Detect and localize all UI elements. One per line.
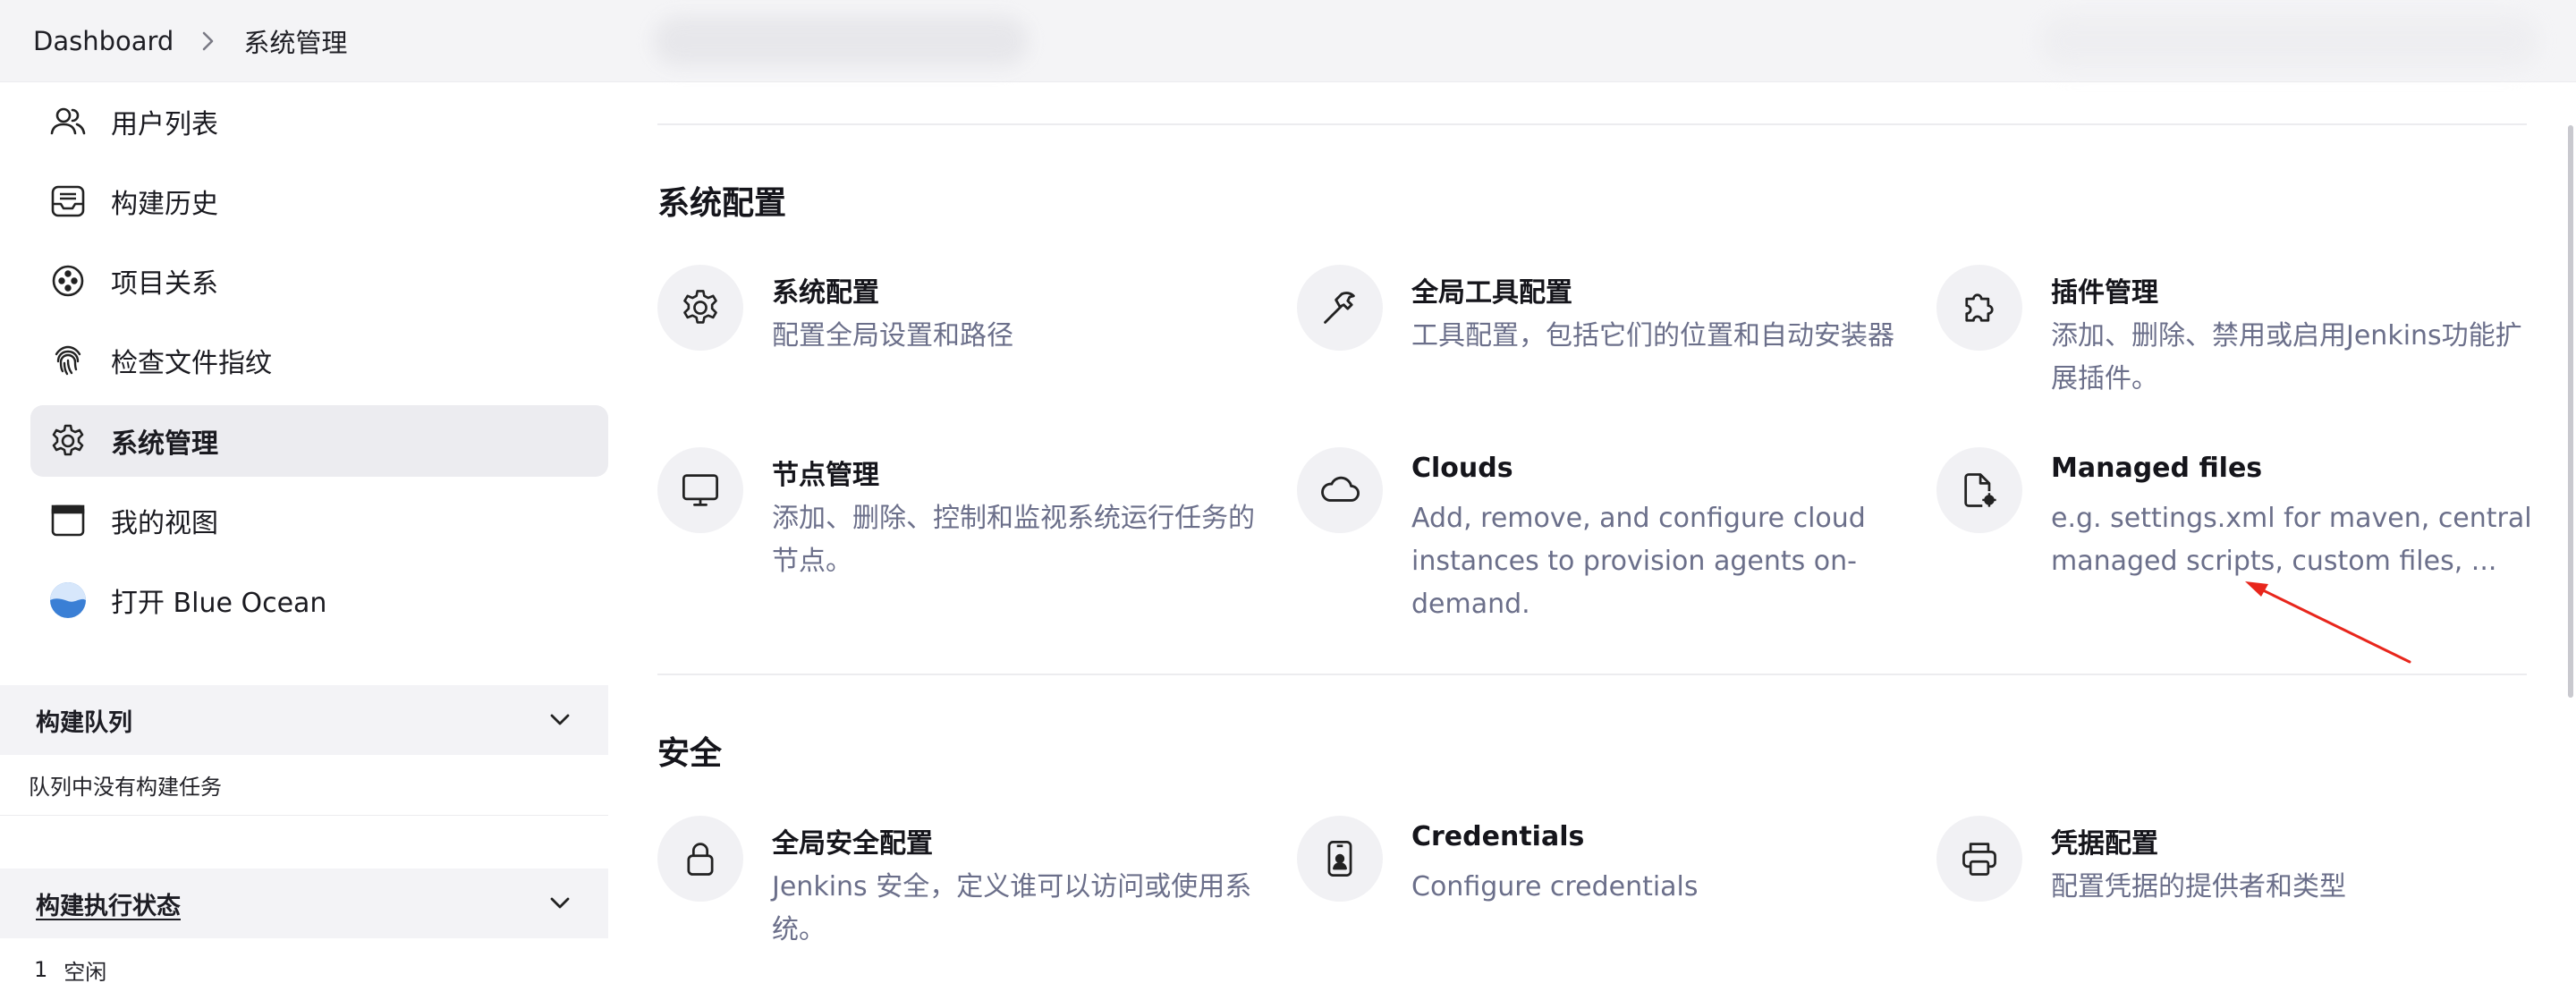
window-icon xyxy=(48,501,88,540)
sidebar-item-users[interactable]: 用户列表 xyxy=(30,86,608,157)
sidebar-item-label: 检查文件指纹 xyxy=(111,348,272,379)
card-description: Jenkins 安全，定义谁可以访问或使用系统。 xyxy=(772,871,1252,945)
card-title[interactable]: 系统配置 xyxy=(772,270,879,309)
build-queue-empty-text: 队列中没有构建任务 xyxy=(29,775,222,800)
breadcrumb-chevron-icon xyxy=(200,30,216,53)
sidebar-item-build-history[interactable]: 构建历史 xyxy=(30,165,608,237)
card-title[interactable]: Credentials xyxy=(1411,821,1584,852)
relationship-icon xyxy=(48,261,88,301)
printer-icon xyxy=(1936,816,2022,902)
card-title[interactable]: Clouds xyxy=(1411,453,1513,484)
card-title[interactable]: 全局安全配置 xyxy=(772,821,933,860)
card-description: 配置凭据的提供者和类型 xyxy=(2051,871,2346,903)
sidebar-item-project-relationship[interactable]: 项目关系 xyxy=(30,245,608,317)
divider xyxy=(657,674,2527,675)
sidebar-item-label: 构建历史 xyxy=(111,189,218,220)
breadcrumb-dashboard-link[interactable]: Dashboard xyxy=(33,26,174,56)
sidebar-item-system-management[interactable]: 系统管理 xyxy=(30,405,608,477)
sidebar-item-label: 打开 Blue Ocean xyxy=(111,588,327,619)
gear-icon xyxy=(48,421,88,461)
puzzle-icon xyxy=(1936,265,2022,351)
build-queue-body: 队列中没有构建任务 xyxy=(0,755,608,816)
executor-index: 1 xyxy=(34,957,48,982)
hammer-icon xyxy=(1297,265,1383,351)
sidebar-item-label: 项目关系 xyxy=(111,268,218,300)
top-bar: Dashboard 系统管理 xyxy=(0,0,2576,82)
card-description: 添加、删除、控制和监视系统运行任务的节点。 xyxy=(772,503,1255,577)
card-description: 添加、删除、禁用或启用Jenkins功能扩展插件。 xyxy=(2051,320,2522,394)
card-description: Configure credentials xyxy=(1411,871,1699,903)
blurred-header-actions xyxy=(2039,14,2540,68)
fingerprint-icon xyxy=(48,341,88,380)
executor-row: 1 空闲 xyxy=(0,939,608,1000)
lock-icon xyxy=(657,816,743,902)
blue-ocean-icon xyxy=(48,581,88,620)
card-description: 工具配置，包括它们的位置和自动安装器 xyxy=(1411,320,1894,352)
scrollbar-thumb[interactable] xyxy=(2568,125,2573,698)
build-queue-title: 构建队列 xyxy=(36,708,132,737)
inbox-icon xyxy=(48,182,88,221)
build-queue-header[interactable]: 构建队列 xyxy=(0,685,608,755)
breadcrumb-current[interactable]: 系统管理 xyxy=(243,22,347,60)
card-title[interactable]: 凭据配置 xyxy=(2051,821,2158,860)
chevron-down-icon[interactable] xyxy=(547,707,572,738)
monitor-icon xyxy=(657,447,743,533)
chevron-down-icon[interactable] xyxy=(547,890,572,921)
blurred-header-region xyxy=(653,16,1029,66)
card-description: e.g. settings.xml for maven, central man… xyxy=(2051,503,2532,577)
card-title[interactable]: Managed files xyxy=(2051,453,2262,484)
section-title-system-config: 系统配置 xyxy=(657,185,787,222)
card-description: Add, remove, and configure cloud instanc… xyxy=(1411,503,1866,620)
section-title-security: 安全 xyxy=(657,735,723,772)
card-description: 配置全局设置和路径 xyxy=(772,320,1013,352)
users-icon xyxy=(48,102,88,141)
executor-status-header[interactable]: 构建执行状态 xyxy=(0,869,608,938)
sidebar-item-label: 用户列表 xyxy=(111,109,218,140)
sidebar-item-label: 系统管理 xyxy=(111,428,218,460)
executor-status-title[interactable]: 构建执行状态 xyxy=(36,886,181,921)
sidebar-item-label: 我的视图 xyxy=(111,508,218,539)
file-gear-icon xyxy=(1936,447,2022,533)
cloud-icon xyxy=(1297,447,1383,533)
card-title[interactable]: 节点管理 xyxy=(772,453,879,492)
id-badge-icon xyxy=(1297,816,1383,902)
sidebar-item-blue-ocean[interactable]: 打开 Blue Ocean xyxy=(30,564,608,636)
breadcrumb: Dashboard 系统管理 xyxy=(33,23,347,59)
card-title[interactable]: 全局工具配置 xyxy=(1411,270,1572,309)
card-title[interactable]: 插件管理 xyxy=(2051,270,2158,309)
sidebar-item-fingerprint[interactable]: 检查文件指纹 xyxy=(30,325,608,396)
divider xyxy=(657,123,2527,125)
gear-icon xyxy=(657,265,743,351)
executor-status: 空闲 xyxy=(64,959,107,985)
sidebar-item-my-views[interactable]: 我的视图 xyxy=(30,485,608,556)
